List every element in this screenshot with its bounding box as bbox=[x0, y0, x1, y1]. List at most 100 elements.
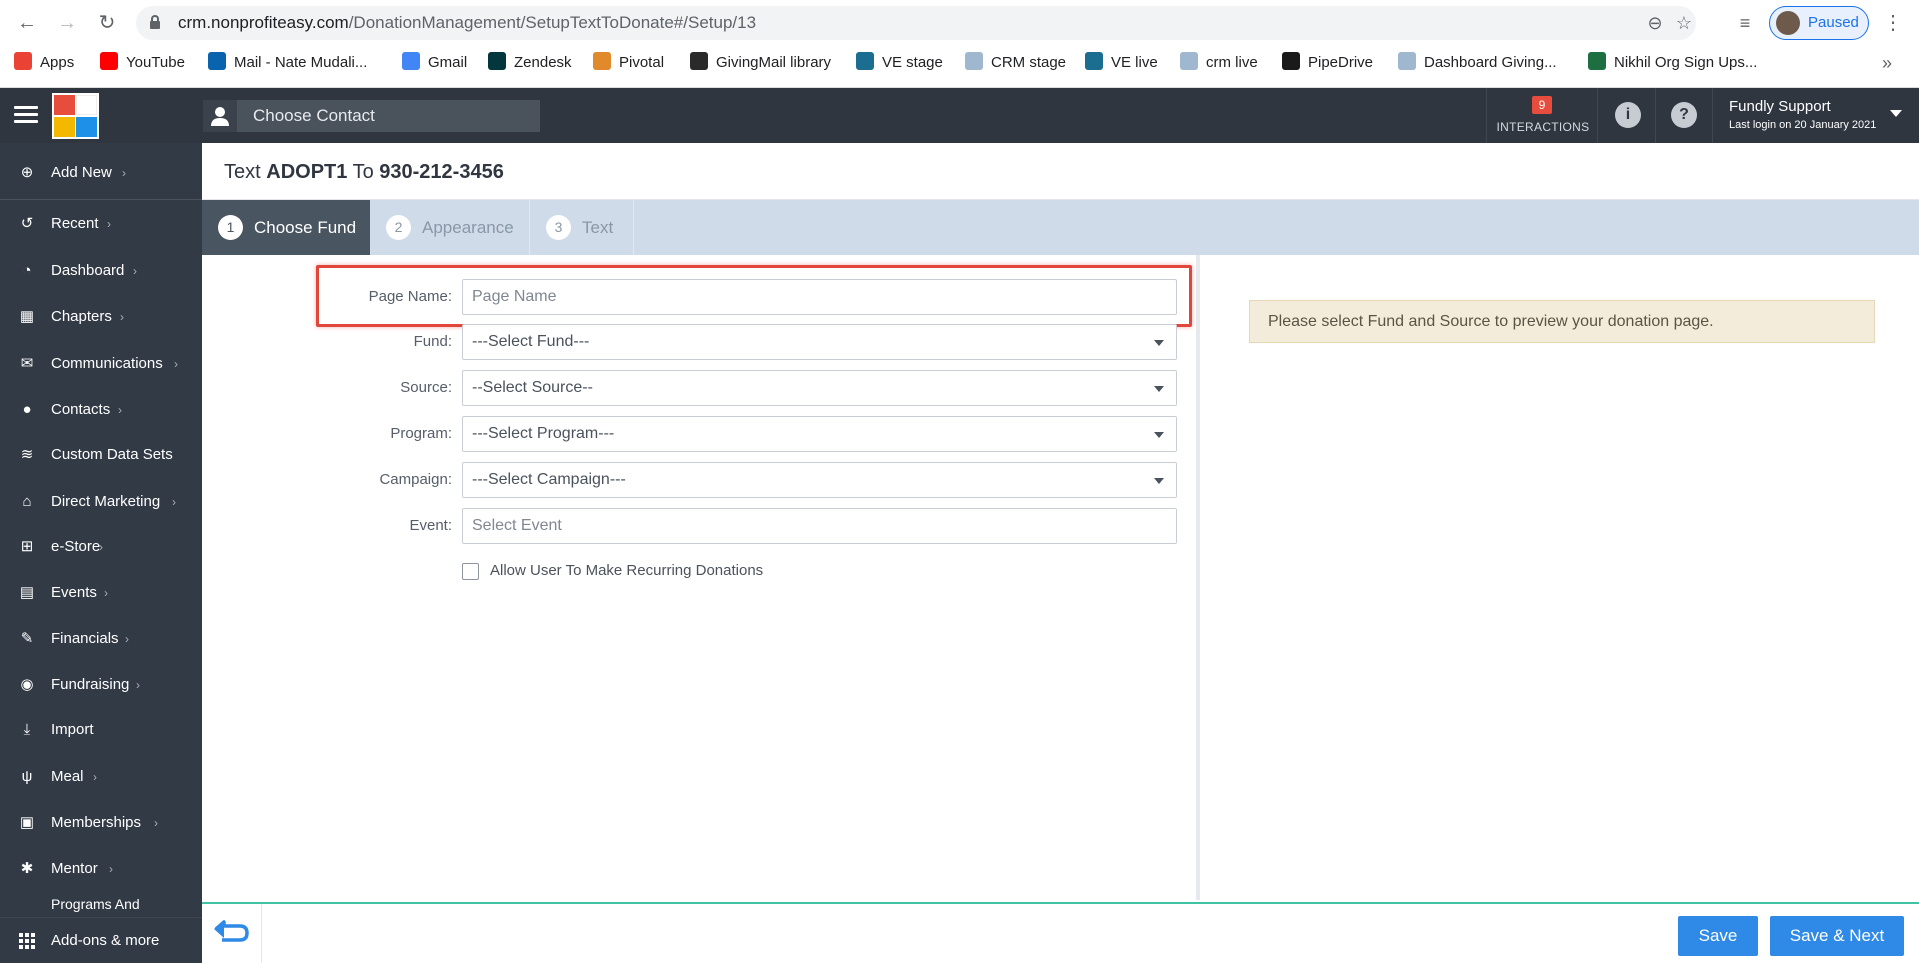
save-and-next-button[interactable]: Save & Next bbox=[1770, 916, 1904, 956]
hamburger-menu-icon[interactable] bbox=[14, 104, 38, 126]
user-name[interactable]: Fundly Support bbox=[1729, 98, 1831, 115]
sidebar-item-contacts[interactable]: ● Contacts › bbox=[0, 390, 202, 430]
program-select[interactable]: ---Select Program--- bbox=[462, 416, 1177, 452]
app-logo[interactable] bbox=[52, 93, 99, 139]
help-icon[interactable]: ? bbox=[1671, 102, 1697, 128]
wizard-steps: 1 Choose Fund 2 Appearance 3 Text bbox=[202, 200, 1919, 255]
cart-icon: ⊞ bbox=[20, 538, 34, 555]
person-icon bbox=[203, 100, 237, 132]
footer-bar: Save Save & Next bbox=[202, 902, 1919, 963]
step-choose-fund[interactable]: 1 Choose Fund bbox=[202, 200, 370, 255]
money-icon: ✎ bbox=[20, 630, 34, 647]
bookmark-item[interactable]: VE stage bbox=[856, 48, 943, 78]
sidebar-item-recent[interactable]: ↺ Recent › bbox=[0, 204, 202, 244]
sidebar: Add-ons & more ⊕ Add New › ↺ Recent › ◔ Dashboa… bbox=[0, 143, 202, 963]
profile-button[interactable]: Paused bbox=[1769, 6, 1869, 40]
chevron-right-icon: › bbox=[99, 540, 103, 554]
document-icon bbox=[965, 52, 983, 70]
step-label: Choose Fund bbox=[254, 218, 357, 237]
sidebar-item-mentor[interactable]: ✱ Mentor › bbox=[0, 849, 202, 889]
browser-menu-icon[interactable]: ⋮ bbox=[1883, 10, 1903, 36]
event-input[interactable]: Select Event bbox=[462, 508, 1177, 544]
fund-select[interactable]: ---Select Fund--- bbox=[462, 324, 1177, 360]
forward-arrow-icon[interactable]: → bbox=[54, 10, 80, 36]
choose-contact-input[interactable]: Choose Contact bbox=[203, 100, 540, 132]
sidebar-item-fundraising[interactable]: ◉ Fundraising › bbox=[0, 665, 202, 705]
star-icon[interactable]: ☆ bbox=[1672, 11, 1696, 35]
info-icon[interactable]: i bbox=[1615, 102, 1641, 128]
avatar bbox=[1776, 11, 1800, 35]
chevron-right-icon: › bbox=[93, 770, 97, 784]
chevron-right-icon: › bbox=[109, 862, 113, 876]
sidebar-item-label: Add New bbox=[51, 164, 112, 181]
user-menu-caret-icon[interactable] bbox=[1890, 110, 1902, 117]
bookmark-item[interactable]: YouTube bbox=[100, 48, 185, 78]
header-divider bbox=[1712, 88, 1713, 143]
phone-number: 930-212-3456 bbox=[379, 161, 504, 183]
recurring-donations-checkbox[interactable] bbox=[462, 563, 479, 580]
sidebar-item-custom-data-sets[interactable]: ≋ Custom Data Sets bbox=[0, 435, 202, 475]
mentor-icon: ✱ bbox=[20, 860, 34, 877]
step-text[interactable]: 3 Text bbox=[530, 200, 634, 255]
ve-icon bbox=[1085, 52, 1103, 70]
bookmark-item[interactable]: Zendesk bbox=[488, 48, 572, 78]
sidebar-item-dashboard[interactable]: ◔ Dashboard › bbox=[0, 251, 202, 291]
sidebar-item-label: Meal bbox=[51, 768, 84, 785]
sidebar-item-label: Programs And bbox=[51, 896, 140, 912]
campaign-select[interactable]: ---Select Campaign--- bbox=[462, 462, 1177, 498]
page-name-input[interactable]: Page Name bbox=[462, 279, 1177, 315]
reload-icon[interactable]: ↻ bbox=[94, 10, 120, 36]
sidebar-item-events[interactable]: ▤ Events › bbox=[0, 573, 202, 613]
sidebar-item-direct-marketing[interactable]: ⌂ Direct Marketing › bbox=[0, 482, 202, 522]
sidebar-item-label: e-Store bbox=[51, 538, 101, 555]
bookmark-item[interactable]: Apps bbox=[14, 48, 74, 78]
bookmark-item[interactable]: VE live bbox=[1085, 48, 1158, 78]
back-arrow-icon[interactable]: ← bbox=[14, 10, 40, 36]
chevron-right-icon: › bbox=[120, 310, 124, 324]
sidebar-item-financials[interactable]: ✎ Financials › bbox=[0, 619, 202, 659]
chevron-right-icon: › bbox=[133, 264, 137, 278]
sidebar-item-e-store[interactable]: ⊞ e-Store › bbox=[0, 527, 202, 567]
sidebar-item-label: Dashboard bbox=[51, 262, 125, 279]
sidebar-item-chapters[interactable]: ▦ Chapters › bbox=[0, 297, 202, 337]
bookmark-item[interactable]: Mail - Nate Mudali... bbox=[208, 48, 367, 78]
page-name-label: Page Name: bbox=[368, 288, 452, 305]
bookmark-label: Nikhil Org Sign Ups... bbox=[1614, 54, 1758, 71]
apps-grid-icon bbox=[18, 932, 36, 950]
chevron-right-icon: › bbox=[122, 166, 126, 180]
download-icon: ⤓ bbox=[23, 721, 31, 738]
sidebar-item-programs-and[interactable]: Programs And bbox=[0, 891, 202, 912]
step-appearance[interactable]: 2 Appearance bbox=[370, 200, 530, 255]
sidebar-item-communications[interactable]: ✉ Communications › bbox=[0, 344, 202, 384]
campaign-label: Campaign: bbox=[379, 471, 452, 488]
chevron-right-icon: › bbox=[154, 816, 158, 830]
bookmark-item[interactable]: CRM stage bbox=[965, 48, 1066, 78]
bookmark-item[interactable]: GivingMail library bbox=[690, 48, 831, 78]
sidebar-item-add-new[interactable]: ⊕ Add New › bbox=[0, 153, 202, 193]
back-button[interactable] bbox=[202, 904, 262, 963]
bookmark-label: Gmail bbox=[428, 54, 468, 71]
interactions-button[interactable]: 9 INTERACTIONS bbox=[1486, 88, 1598, 143]
save-button[interactable]: Save bbox=[1678, 916, 1758, 956]
bookmark-item[interactable]: Gmail bbox=[402, 48, 467, 78]
document-icon bbox=[1398, 52, 1416, 70]
sidebar-item-memberships[interactable]: ▣ Memberships › bbox=[0, 803, 202, 843]
bookmark-item[interactable]: Dashboard Giving... bbox=[1398, 48, 1557, 78]
fund-label: Fund: bbox=[413, 333, 452, 350]
ve-icon bbox=[856, 52, 874, 70]
excel-icon bbox=[1588, 52, 1606, 70]
sidebar-item-import[interactable]: ⤓ Import bbox=[0, 710, 202, 750]
sidebar-item-add-ons[interactable]: Add-ons & more bbox=[0, 917, 202, 963]
address-bar[interactable]: crm.nonprofiteasy.com/DonationManagement… bbox=[136, 6, 1696, 40]
bookmark-item[interactable]: Pivotal bbox=[593, 48, 664, 78]
media-queue-icon[interactable]: ≡ bbox=[1733, 11, 1757, 35]
bookmark-item[interactable]: Nikhil Org Sign Ups... bbox=[1588, 48, 1757, 78]
bookmark-item[interactable]: crm live bbox=[1180, 48, 1258, 78]
bookmarks-overflow-icon[interactable]: » bbox=[1882, 48, 1892, 78]
sidebar-item-meal[interactable]: ψ Meal › bbox=[0, 757, 202, 797]
bank-icon: ⌂ bbox=[22, 493, 32, 510]
outlook-icon bbox=[208, 52, 226, 70]
zoom-icon[interactable]: ⊖ bbox=[1643, 11, 1667, 35]
source-select[interactable]: --Select Source-- bbox=[462, 370, 1177, 406]
bookmark-item[interactable]: PipeDrive bbox=[1282, 48, 1373, 78]
